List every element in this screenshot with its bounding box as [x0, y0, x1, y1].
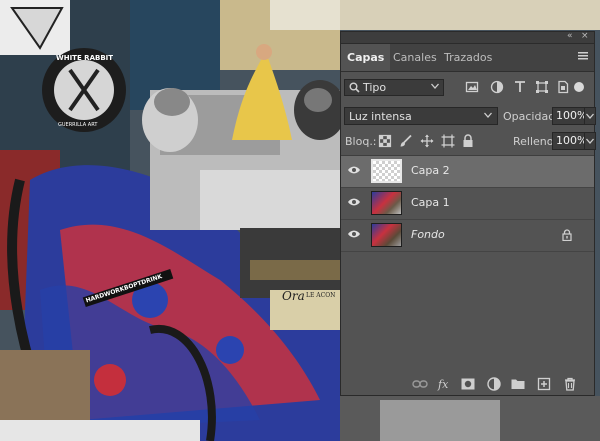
lock-artboard-icon[interactable]	[441, 134, 455, 148]
lock-transparent-pixels-icon[interactable]	[378, 134, 392, 148]
adjustment-filter-icon[interactable]	[490, 80, 504, 94]
collage-sign-text: Ora	[282, 289, 305, 303]
lock-image-pixels-icon[interactable]	[399, 134, 413, 148]
eye-icon[interactable]	[347, 229, 361, 239]
layer-name[interactable]: Fondo	[411, 228, 445, 241]
add-mask-icon[interactable]	[460, 376, 476, 392]
search-icon	[349, 82, 360, 93]
pixel-filter-icon[interactable]	[465, 80, 479, 94]
opacity-label: Opacidad:	[503, 110, 559, 123]
tab-canales[interactable]: Canales	[387, 44, 443, 71]
shape-filter-icon[interactable]	[535, 80, 549, 94]
layer-row-capa-1[interactable]: Capa 1	[341, 188, 594, 220]
new-group-folder-icon[interactable]	[510, 376, 526, 392]
type-filter-icon[interactable]	[513, 80, 527, 94]
eye-icon[interactable]	[347, 197, 361, 207]
panel-menu-icon[interactable]	[578, 52, 588, 60]
link-layers-icon[interactable]	[412, 376, 428, 392]
chevron-down-icon	[484, 112, 492, 118]
eye-icon[interactable]	[347, 165, 361, 175]
fill-input[interactable]: 100%	[552, 132, 587, 150]
fill-dropdown[interactable]	[584, 132, 596, 150]
svg-text:fx: fx	[437, 378, 449, 391]
layers-list: Capa 2 Capa 1 Fondo	[341, 155, 594, 366]
layer-lock-icon	[562, 229, 572, 241]
chevron-down-icon	[586, 113, 594, 119]
close-icon[interactable]: ×	[581, 31, 589, 42]
tab-trazados[interactable]: Trazados	[438, 44, 498, 71]
layers-panel: « × Capas Canales Trazados Tipo Luz inte…	[340, 31, 596, 396]
adjustment-layer-icon[interactable]	[486, 376, 502, 392]
collage-badge-text: WHITE RABBIT	[56, 54, 114, 62]
lock-position-icon[interactable]	[420, 134, 434, 148]
trash-icon[interactable]	[562, 376, 578, 392]
fill-label: Relleno:	[513, 135, 558, 148]
layer-name[interactable]: Capa 1	[411, 196, 450, 209]
layer-thumbnail-collage	[371, 191, 402, 215]
chevron-down-icon	[586, 138, 594, 144]
layer-name[interactable]: Capa 2	[411, 164, 450, 177]
panel-tabs: Capas Canales Trazados	[341, 44, 594, 72]
panel-title-strip: « ×	[341, 31, 594, 44]
lock-label: Bloq.:	[345, 135, 377, 148]
collage-sign-subtext: LE ACON	[306, 292, 336, 299]
lock-all-icon[interactable]	[461, 134, 475, 148]
layer-filter-select[interactable]: Tipo	[344, 79, 444, 96]
smart-object-filter-icon[interactable]	[556, 80, 570, 94]
collapse-icon[interactable]: «	[567, 31, 573, 42]
layer-row-capa-2[interactable]: Capa 2	[341, 156, 594, 188]
new-layer-icon[interactable]	[536, 376, 552, 392]
collage-badge-subtext: GUERRILLA ART	[58, 122, 98, 128]
layer-row-fondo[interactable]: Fondo	[341, 220, 594, 252]
layer-thumbnail-background	[371, 223, 402, 247]
blend-mode-value: Luz intensa	[349, 110, 412, 123]
layer-filter-value: Tipo	[363, 81, 387, 94]
opacity-dropdown[interactable]	[584, 107, 596, 125]
layers-bottom-toolbar: fx	[341, 372, 594, 396]
tab-capas[interactable]: Capas	[341, 44, 391, 71]
chevron-down-icon	[431, 83, 439, 89]
filter-toggle-switch[interactable]	[574, 82, 584, 92]
layer-thumbnail-transparent	[371, 159, 402, 183]
opacity-input[interactable]: 100%	[552, 107, 587, 125]
blend-mode-select[interactable]: Luz intensa	[344, 107, 498, 125]
layer-style-fx-icon[interactable]: fx	[437, 376, 453, 392]
